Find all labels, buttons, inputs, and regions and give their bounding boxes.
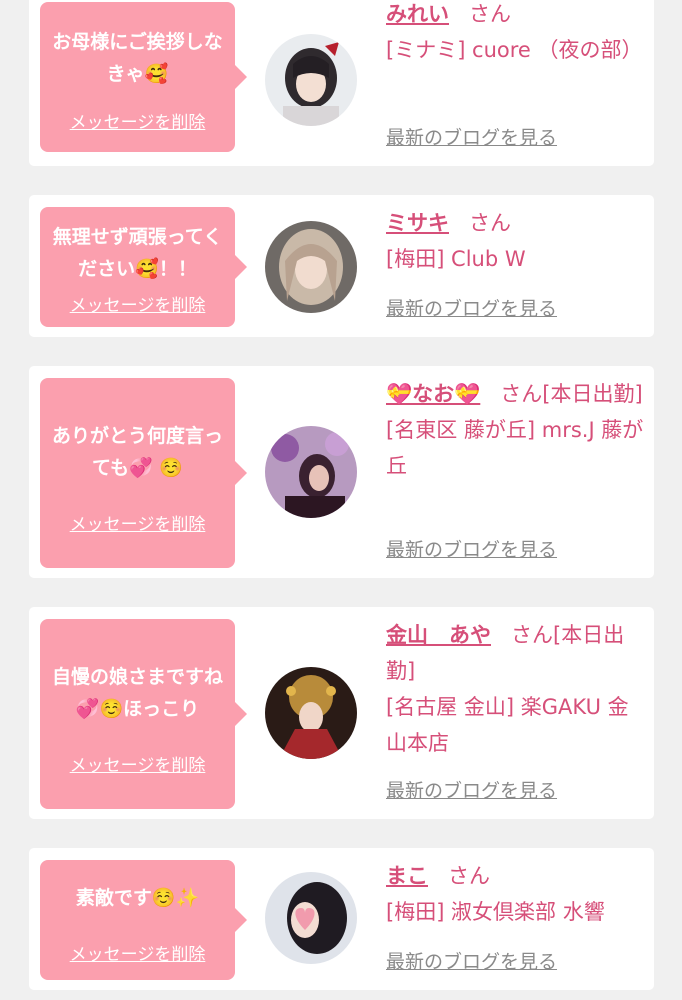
avatar-image [265,426,357,518]
girl-info: みれい さん [ミナミ] cuore （夜の部） [386,0,644,68]
avatar[interactable] [265,34,357,126]
avatar-image [265,667,357,759]
girl-info: まこ さん [梅田] 淑女倶楽部 水響 [386,858,644,930]
latest-blog-link[interactable]: 最新のブログを見る [386,295,557,323]
girl-info: 💝なお💝 さん[本日出勤] [名東区 藤が丘] mrs.J 藤が丘 [386,376,644,484]
avatar-image [265,34,357,126]
latest-blog-link[interactable]: 最新のブログを見る [386,124,557,152]
message-card: ありがとう何度言っても💞 ☺️ メッセージを削除 💝なお💝 さん[本日出勤] [名… [29,366,654,578]
latest-blog-link[interactable]: 最新のブログを見る [386,536,557,564]
name-suffix: さん [469,211,511,235]
avatar[interactable] [265,872,357,964]
message-bubble: 無理せず頑張ってください🥰！！ メッセージを削除 [40,207,247,327]
girl-name-link[interactable]: 金山 あや [386,623,491,647]
delete-message-link[interactable]: メッセージを削除 [40,755,235,777]
girl-name-link[interactable]: みれい [386,2,449,26]
shop-name: [ミナミ] cuore （夜の部） [386,38,643,62]
message-bubble: ありがとう何度言っても💞 ☺️ メッセージを削除 [40,378,247,568]
message-text: 無理せず頑張ってください🥰！！ [52,226,223,280]
avatar-image [265,872,357,964]
shop-name: [梅田] 淑女倶楽部 水響 [386,900,605,924]
girl-name-link[interactable]: ミサキ [386,211,449,235]
message-text: 素敵です☺️✨ [75,887,200,909]
delete-message-link[interactable]: メッセージを削除 [40,944,235,966]
avatar[interactable] [265,426,357,518]
avatar[interactable] [265,667,357,759]
name-suffix: さん [469,2,511,26]
girl-info: ミサキ さん [梅田] Club W [386,205,644,277]
avatar-image [265,221,357,313]
latest-blog-link[interactable]: 最新のブログを見る [386,777,557,805]
name-line: 金山 あや さん[本日出勤] [386,617,644,689]
message-bubble: お母様にご挨拶しなきゃ🥰 メッセージを削除 [40,2,247,152]
girl-info: 金山 あや さん[本日出勤] [名古屋 金山] 楽GAKU 金山本店 [386,617,644,761]
shop-name: [名古屋 金山] 楽GAKU 金山本店 [386,695,629,755]
shop-name: [名東区 藤が丘] mrs.J 藤が丘 [386,418,644,478]
message-feed: お母様にご挨拶しなきゃ🥰 メッセージを削除 みれい さん [ミナミ] cuore … [0,0,682,1000]
message-bubble: 素敵です☺️✨ メッセージを削除 [40,860,247,980]
name-line: ミサキ さん [386,205,644,241]
name-line: 💝なお💝 さん[本日出勤] [386,376,644,412]
message-text: お母様にご挨拶しなきゃ🥰 [52,31,223,85]
message-bubble: 自慢の娘さまですね💞☺️ほっこり メッセージを削除 [40,619,247,809]
message-card: お母様にご挨拶しなきゃ🥰 メッセージを削除 みれい さん [ミナミ] cuore … [29,0,654,166]
message-text: 自慢の娘さまですね💞☺️ほっこり [51,666,223,720]
delete-message-link[interactable]: メッセージを削除 [40,295,235,317]
name-suffix: さん [448,864,490,888]
name-suffix: さん[本日出勤] [500,382,643,406]
name-line: みれい さん [386,0,644,32]
latest-blog-link[interactable]: 最新のブログを見る [386,948,557,976]
girl-name-link[interactable]: まこ [386,864,428,888]
message-card: 自慢の娘さまですね💞☺️ほっこり メッセージを削除 金山 あや さん[本日出勤] … [29,607,654,819]
shop-name: [梅田] Club W [386,247,526,271]
message-text: ありがとう何度言っても💞 ☺️ [51,425,223,479]
delete-message-link[interactable]: メッセージを削除 [40,112,235,134]
name-line: まこ さん [386,858,644,894]
girl-name-link[interactable]: 💝なお💝 [386,382,480,406]
avatar[interactable] [265,221,357,313]
message-card: 無理せず頑張ってください🥰！！ メッセージを削除 ミサキ さん [梅田] Club… [29,195,654,337]
message-card: 素敵です☺️✨ メッセージを削除 まこ さん [梅田] 淑女倶楽部 水響 最新のブ… [29,848,654,990]
delete-message-link[interactable]: メッセージを削除 [40,514,235,536]
